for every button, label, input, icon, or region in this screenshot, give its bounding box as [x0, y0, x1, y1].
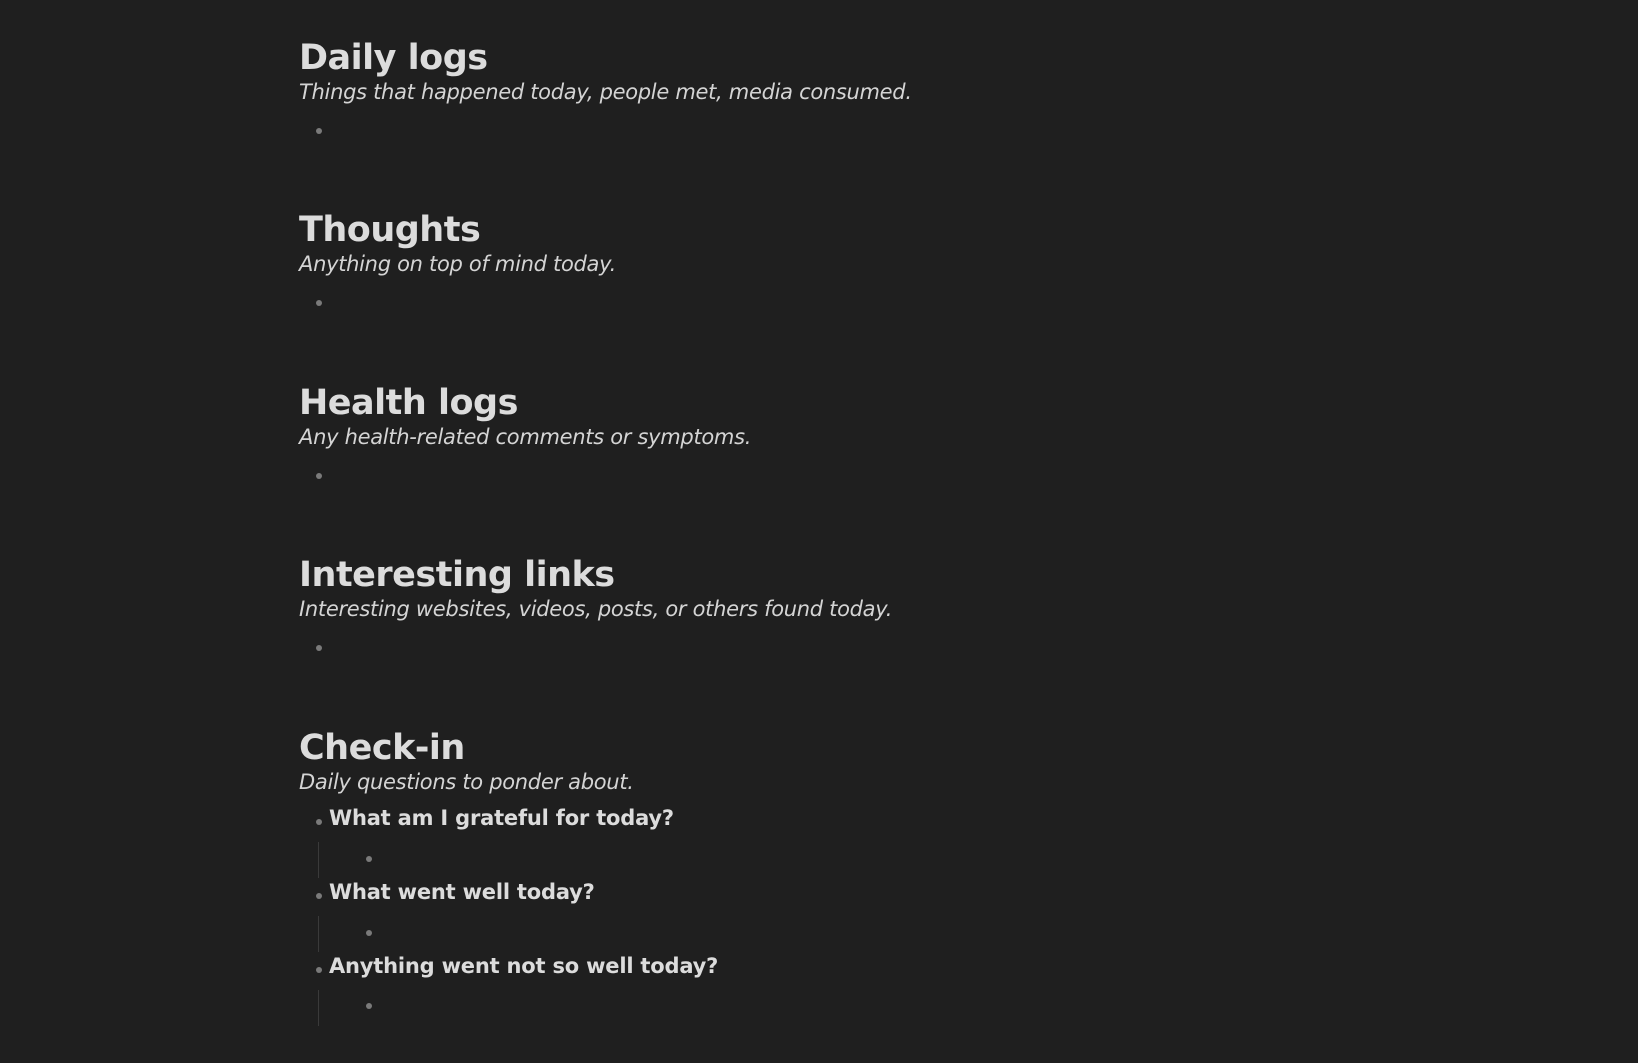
section-description[interactable]: Things that happened today, people met, …	[299, 78, 912, 106]
section-heading[interactable]: Check-in	[299, 726, 634, 770]
empty-bullet[interactable]	[316, 645, 322, 651]
question-grateful[interactable]: What am I grateful for today?	[329, 806, 674, 830]
question-not-so-well[interactable]: Anything went not so well today?	[329, 954, 718, 978]
section-description[interactable]: Any health-related comments or symptoms.	[299, 423, 751, 451]
section-health-logs: Health logs Any health-related comments …	[299, 381, 751, 451]
section-description[interactable]: Interesting websites, videos, posts, or …	[299, 595, 892, 623]
section-heading[interactable]: Daily logs	[299, 36, 912, 80]
indent-guide	[318, 842, 319, 878]
indent-guide	[318, 990, 319, 1026]
section-interesting-links: Interesting links Interesting websites, …	[299, 553, 892, 623]
section-heading[interactable]: Interesting links	[299, 553, 892, 597]
question-bullet[interactable]	[316, 893, 322, 899]
question-bullet[interactable]	[316, 967, 322, 973]
empty-bullet[interactable]	[366, 856, 372, 862]
section-description[interactable]: Daily questions to ponder about.	[299, 768, 634, 796]
question-bullet[interactable]	[316, 819, 322, 825]
empty-bullet[interactable]	[366, 1003, 372, 1009]
indent-guide	[318, 916, 319, 952]
section-heading[interactable]: Health logs	[299, 381, 751, 425]
question-went-well[interactable]: What went well today?	[329, 880, 595, 904]
section-thoughts: Thoughts Anything on top of mind today.	[299, 208, 616, 278]
section-description[interactable]: Anything on top of mind today.	[299, 250, 616, 278]
section-check-in: Check-in Daily questions to ponder about…	[299, 726, 634, 796]
empty-bullet[interactable]	[316, 300, 322, 306]
empty-bullet[interactable]	[366, 930, 372, 936]
empty-bullet[interactable]	[316, 128, 322, 134]
section-heading[interactable]: Thoughts	[299, 208, 616, 252]
empty-bullet[interactable]	[316, 473, 322, 479]
section-daily-logs: Daily logs Things that happened today, p…	[299, 36, 912, 106]
